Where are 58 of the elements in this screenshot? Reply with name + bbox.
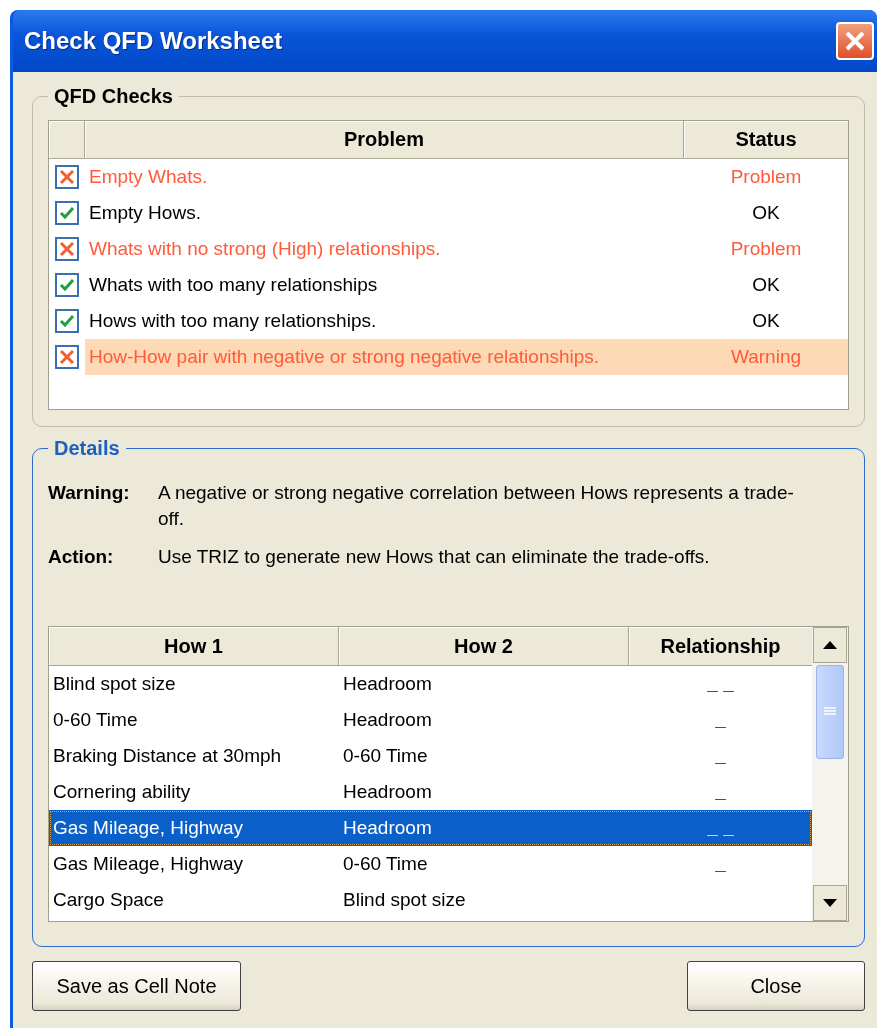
status-cell-text: Problem [729, 238, 803, 260]
table-cell-text: _ [714, 745, 727, 767]
table-cell-text: Braking Distance at 30mph [52, 745, 283, 767]
table-cell-text: Blind spot size [52, 673, 177, 695]
column-header[interactable]: How 2 [339, 627, 629, 666]
table-cell-text: _ [714, 781, 727, 803]
table-cell-text: _ [714, 853, 727, 875]
down-arrow-icon [823, 899, 837, 907]
status-cell: Warning [684, 339, 848, 375]
status-cell-text: OK [751, 310, 781, 332]
table-cell-text: Gas Mileage, Highway [52, 817, 245, 839]
table-row[interactable]: Gas Mileage, Highway Headroom _ _ [49, 810, 812, 846]
grip-icon [824, 707, 836, 717]
table-row[interactable]: Blind spot size Headroom _ _ [49, 666, 812, 702]
table-cell-text: 0-60 Time [52, 709, 139, 731]
table-row[interactable]: Braking Distance at 30mph 0-60 Time _ [49, 738, 812, 774]
table-cell-text: Blind spot size [342, 889, 467, 911]
table-cell-text: Headroom [342, 781, 433, 803]
table-cell-text: Cargo Space [52, 889, 165, 911]
save-note-button[interactable]: Save as Cell Note [32, 961, 241, 1011]
table-cell-text: 0-60 Time [342, 745, 429, 767]
column-header[interactable]: Problem [85, 121, 684, 158]
table-row[interactable]: Gas Mileage, Highway 0-60 Time _ [49, 846, 812, 882]
note-label: Action: [48, 545, 115, 569]
table-row[interactable]: Cargo Space Blind spot size [49, 882, 812, 918]
group-title: Details [53, 437, 121, 460]
table-row[interactable]: Cornering ability Headroom _ [49, 774, 812, 810]
note-text: A negative or strong negative correlation between Hows represents a trade-off. [158, 481, 795, 531]
column-header[interactable]: Status [684, 121, 848, 158]
problem-cell[interactable]: Hows with too many relationships. [85, 303, 684, 339]
table-cell-text: Cornering ability [52, 781, 192, 803]
scroll-down-button[interactable] [813, 885, 847, 921]
table-cell-text: Headroom [342, 817, 433, 839]
group-title: QFD Checks [53, 85, 174, 108]
scroll-up-button[interactable] [813, 627, 847, 663]
close-button[interactable] [836, 22, 874, 60]
table-cell-text: Headroom [342, 709, 433, 731]
problem-cell[interactable]: Whats with too many relationships [85, 267, 684, 303]
column-header[interactable]: How 1 [49, 627, 339, 666]
table-cell-text: _ _ [706, 817, 735, 839]
column-header[interactable]: Relationship [629, 627, 812, 666]
note-text: Use TRIZ to generate new Hows that can eliminate the trade-offs. [158, 545, 710, 569]
status-cell-text: OK [751, 202, 781, 224]
note-label: Warning: [48, 481, 131, 505]
window-title: Check QFD Worksheet [24, 27, 283, 55]
problem-cell[interactable]: Empty Hows. [85, 195, 684, 231]
scroll-thumb[interactable] [816, 665, 844, 759]
table-cell-text: 0-60 Time [342, 853, 429, 875]
close-dialog-button[interactable]: Close [687, 961, 865, 1011]
table-cell-text: _ [714, 709, 727, 731]
table-cell-text: _ _ [706, 673, 735, 695]
status-cell-text: Problem [729, 166, 803, 188]
close-icon [844, 30, 866, 52]
table-cell-text: Headroom [342, 673, 433, 695]
table-cell-text: Gas Mileage, Highway [52, 853, 245, 875]
table-row[interactable]: 0-60 Time Headroom _ [49, 702, 812, 738]
status-cell-text: OK [751, 274, 781, 296]
up-arrow-icon [823, 641, 837, 649]
